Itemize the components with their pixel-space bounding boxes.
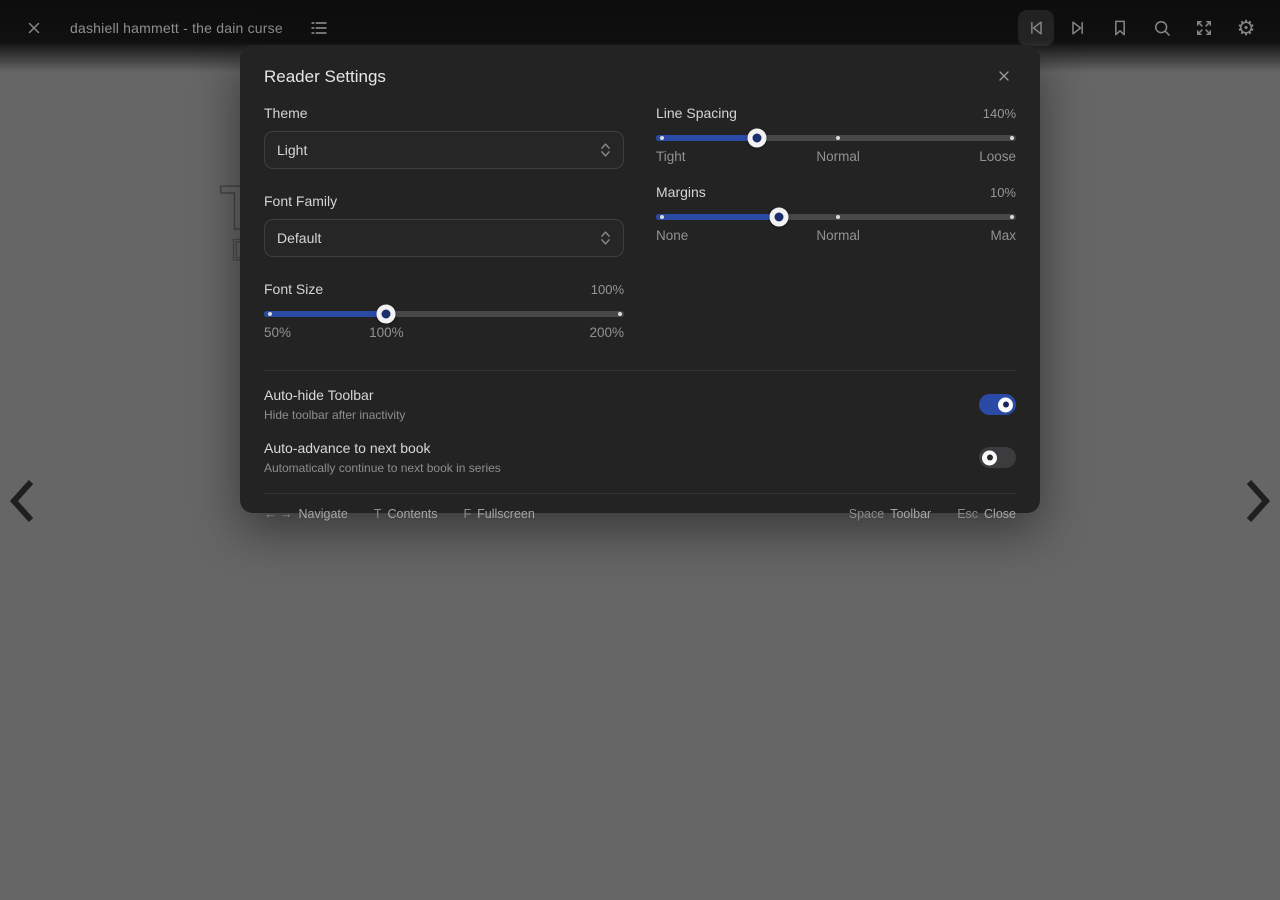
navigate-hint: ← → Navigate xyxy=(264,507,348,521)
line-spacing-slider-handle[interactable] xyxy=(747,129,766,148)
font-size-slider-handle[interactable] xyxy=(377,305,396,324)
line-spacing-label: Line Spacing xyxy=(656,105,737,121)
auto-hide-toolbar-row: Auto-hide Toolbar Hide toolbar after ina… xyxy=(264,387,1016,422)
margins-slider-handle[interactable] xyxy=(770,208,789,227)
font-size-label: Font Size xyxy=(264,281,323,297)
slider-fill xyxy=(656,135,757,141)
fullscreen-label: Fullscreen xyxy=(477,507,535,521)
skip-forward-icon xyxy=(1068,18,1088,38)
previous-book-button[interactable] xyxy=(1018,10,1054,46)
next-book-button[interactable] xyxy=(1060,10,1096,46)
chevron-up-down-icon xyxy=(600,229,611,247)
theme-selected-value: Light xyxy=(277,142,307,158)
gear-icon: ⚙ xyxy=(1237,18,1256,39)
auto-advance-label: Auto-advance to next book xyxy=(264,440,501,456)
slider-tick xyxy=(618,312,622,316)
t-key-label: T xyxy=(374,507,382,521)
slider-tick xyxy=(1010,215,1014,219)
contents-label: Contents xyxy=(387,507,437,521)
margins-mid-label: Normal xyxy=(816,228,860,243)
font-size-mid-label: 100% xyxy=(369,325,404,340)
modal-close-button[interactable] xyxy=(992,65,1016,89)
modal-title: Reader Settings xyxy=(264,67,386,87)
line-spacing-max-label: Loose xyxy=(979,149,1016,164)
font-size-control: Font Size 100% 50% 100% 200% xyxy=(264,281,624,342)
line-spacing-control: Line Spacing 140% Tight Normal Loose xyxy=(656,105,1016,166)
margins-control: Margins 10% None Normal Max xyxy=(656,184,1016,245)
navigate-label: Navigate xyxy=(298,507,347,521)
toggle-knob xyxy=(998,397,1013,412)
chevron-left-icon xyxy=(8,478,36,524)
toolbar-hint: Space Toolbar xyxy=(849,507,931,521)
shortcuts-footer: ← → Navigate T Contents F Fullscreen Spa… xyxy=(264,493,1016,521)
theme-label: Theme xyxy=(264,105,624,121)
font-family-select[interactable]: Default xyxy=(264,219,624,257)
close-hint: Esc Close xyxy=(957,507,1016,521)
skip-back-icon xyxy=(1026,18,1046,38)
esc-key-label: Esc xyxy=(957,507,978,521)
font-size-slider[interactable] xyxy=(264,311,624,317)
toolbar-label: Toolbar xyxy=(890,507,931,521)
search-icon xyxy=(1152,18,1172,38)
slider-fill xyxy=(264,311,386,317)
bookmark-button[interactable] xyxy=(1102,10,1138,46)
space-key-label: Space xyxy=(849,507,884,521)
close-icon xyxy=(25,19,43,37)
f-key-label: F xyxy=(464,507,472,521)
toggles-section: Auto-hide Toolbar Hide toolbar after ina… xyxy=(264,370,1016,493)
font-size-value: 100% xyxy=(591,282,624,297)
close-reader-button[interactable] xyxy=(16,10,52,46)
margins-value: 10% xyxy=(990,185,1016,200)
close-label: Close xyxy=(984,507,1016,521)
line-spacing-min-label: Tight xyxy=(656,149,686,164)
fullscreen-hint: F Fullscreen xyxy=(464,507,535,521)
slider-tick xyxy=(836,136,840,140)
previous-page-button[interactable] xyxy=(8,478,36,524)
slider-tick xyxy=(1010,136,1014,140)
auto-advance-row: Auto-advance to next book Automatically … xyxy=(264,440,1016,475)
arrow-keys-label: ← → xyxy=(264,507,292,521)
slider-fill xyxy=(656,214,779,220)
margins-slider[interactable] xyxy=(656,214,1016,220)
auto-advance-toggle[interactable] xyxy=(979,447,1016,468)
font-family-selected-value: Default xyxy=(277,230,321,246)
search-button[interactable] xyxy=(1144,10,1180,46)
fullscreen-button[interactable] xyxy=(1186,10,1222,46)
bookmark-icon xyxy=(1110,18,1130,38)
line-spacing-slider[interactable] xyxy=(656,135,1016,141)
auto-hide-toolbar-toggle[interactable] xyxy=(979,394,1016,415)
chevron-right-icon xyxy=(1244,478,1272,524)
line-spacing-value: 140% xyxy=(983,106,1016,121)
reader-settings-modal: Reader Settings Theme Light Font Family … xyxy=(240,45,1040,513)
contents-hint: T Contents xyxy=(374,507,438,521)
fullscreen-icon xyxy=(1194,18,1214,38)
margins-max-label: Max xyxy=(990,228,1016,243)
chevron-up-down-icon xyxy=(600,141,611,159)
line-spacing-mid-label: Normal xyxy=(816,149,860,164)
list-icon xyxy=(309,18,329,38)
auto-advance-description: Automatically continue to next book in s… xyxy=(264,461,501,475)
font-size-max-label: 200% xyxy=(589,325,624,340)
book-title: dashiell hammett - the dain curse xyxy=(70,20,283,36)
toggle-knob xyxy=(982,450,997,465)
auto-hide-toolbar-label: Auto-hide Toolbar xyxy=(264,387,405,403)
font-family-label: Font Family xyxy=(264,193,624,209)
font-size-min-label: 50% xyxy=(264,325,291,340)
next-page-button[interactable] xyxy=(1244,478,1272,524)
settings-button[interactable]: ⚙ xyxy=(1228,10,1264,46)
margins-label: Margins xyxy=(656,184,706,200)
close-icon xyxy=(996,68,1012,87)
slider-tick xyxy=(836,215,840,219)
contents-button[interactable] xyxy=(301,10,337,46)
auto-hide-toolbar-description: Hide toolbar after inactivity xyxy=(264,408,405,422)
theme-select[interactable]: Light xyxy=(264,131,624,169)
margins-min-label: None xyxy=(656,228,688,243)
